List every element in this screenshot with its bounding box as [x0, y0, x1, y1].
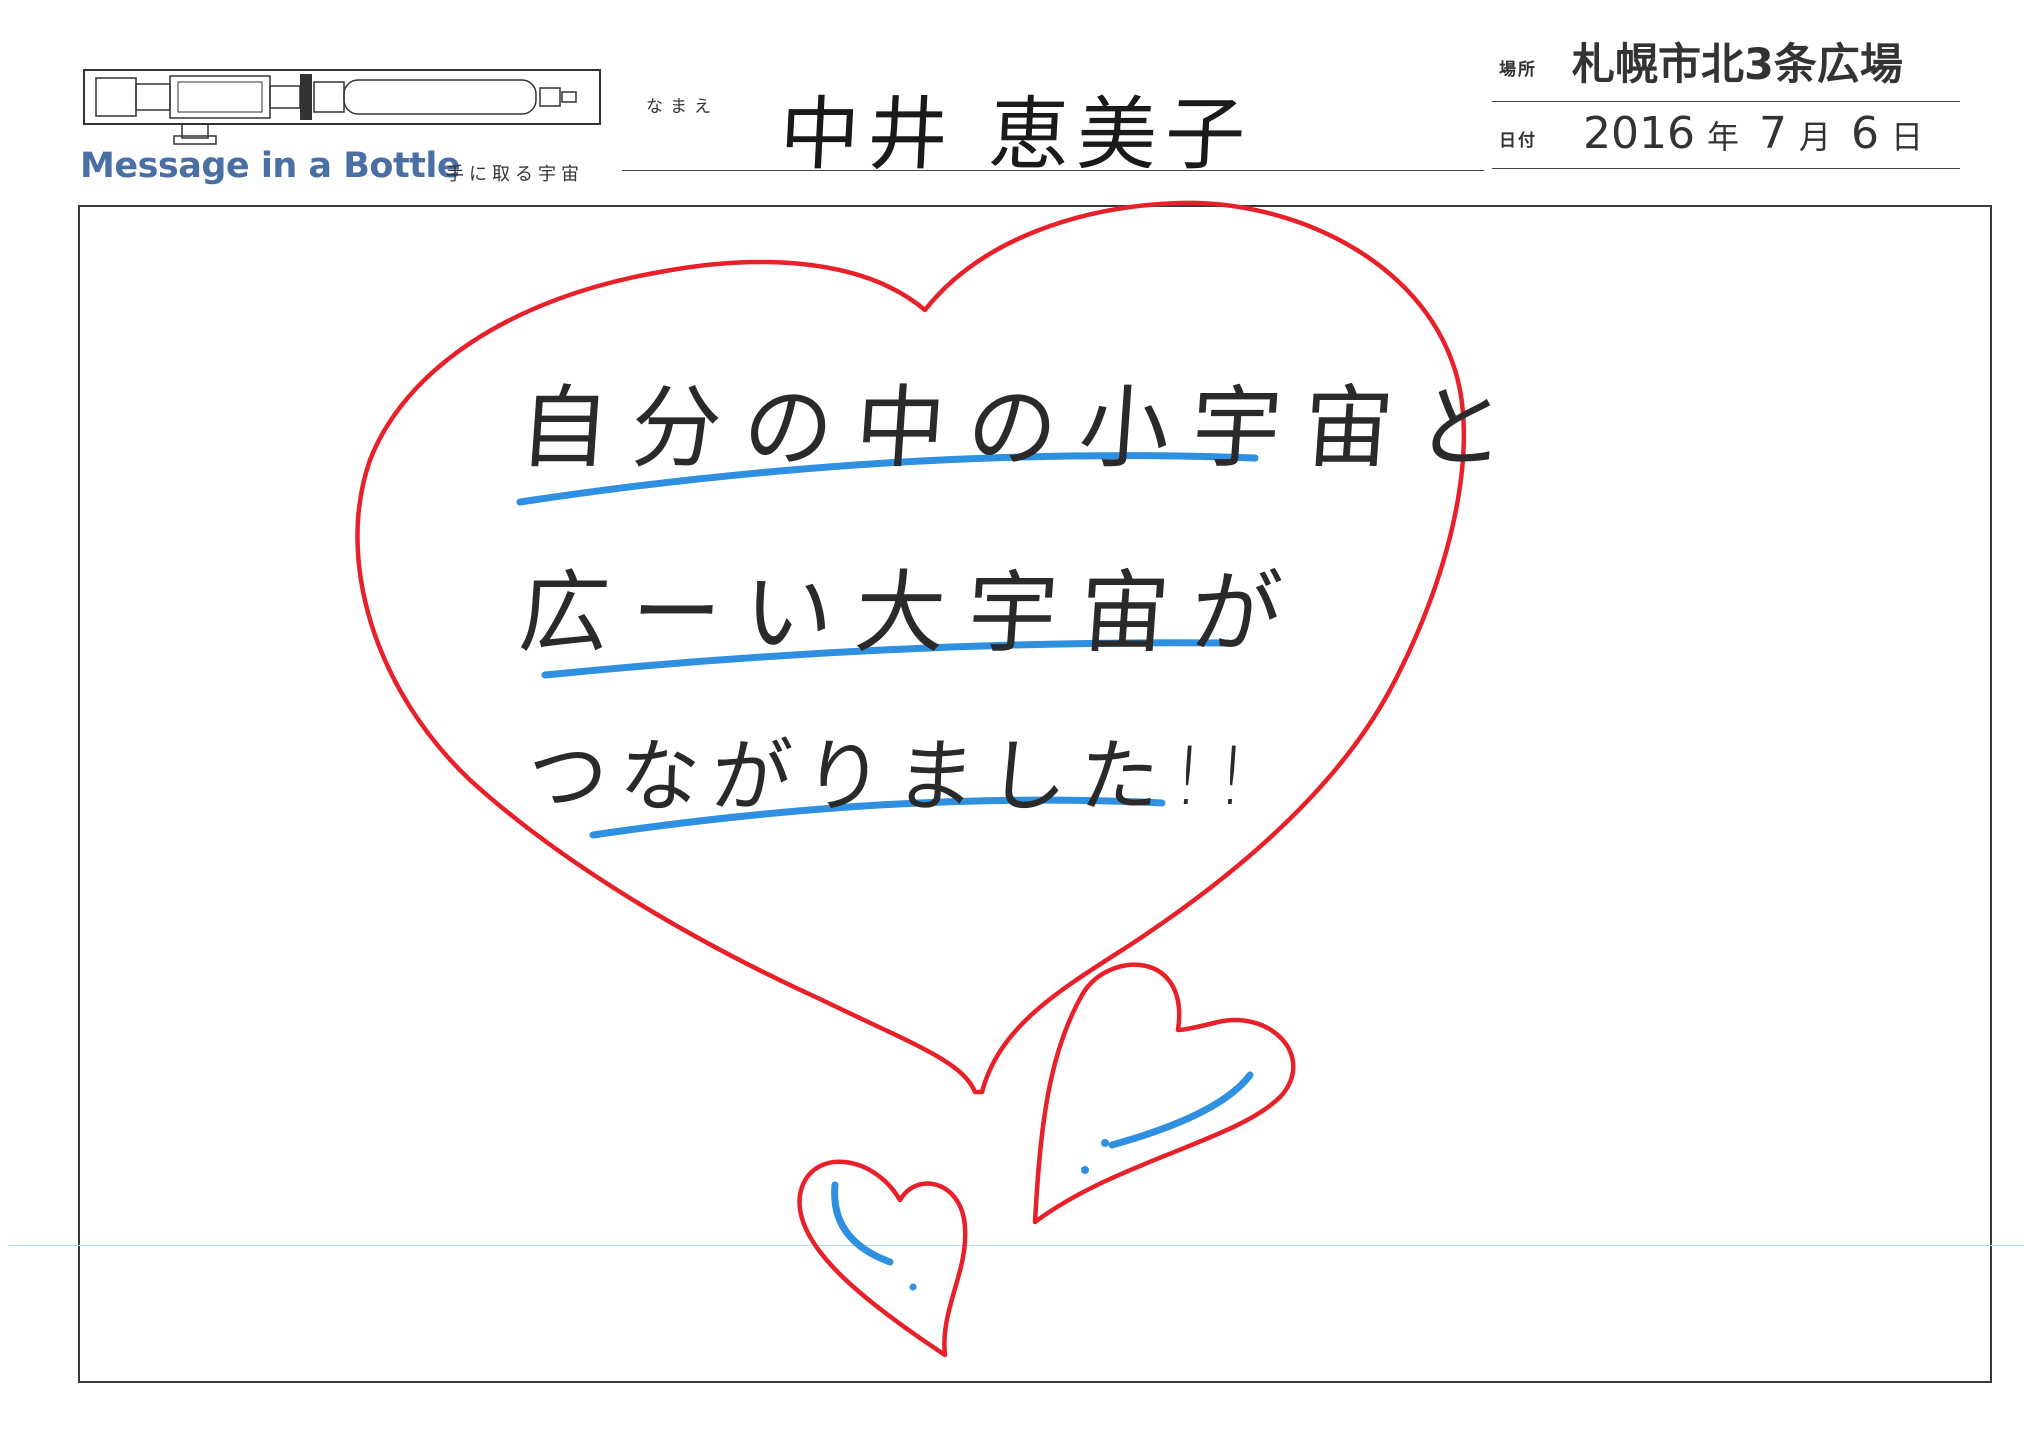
message-line-1: 自分の中の小宇宙と [515, 376, 1532, 481]
message-line-2: 広ーい大宇宙が [515, 561, 1308, 666]
highlight-right [1108, 1071, 1254, 1149]
highlight-right-dot-2 [1081, 1166, 1089, 1174]
highlight-right-dot-1 [1101, 1139, 1109, 1147]
highlight-left [831, 1181, 894, 1266]
highlight-left-dot [909, 1283, 917, 1291]
message-line-3: つながりました!! [524, 730, 1263, 823]
small-heart-right-icon [1032, 962, 1296, 1225]
